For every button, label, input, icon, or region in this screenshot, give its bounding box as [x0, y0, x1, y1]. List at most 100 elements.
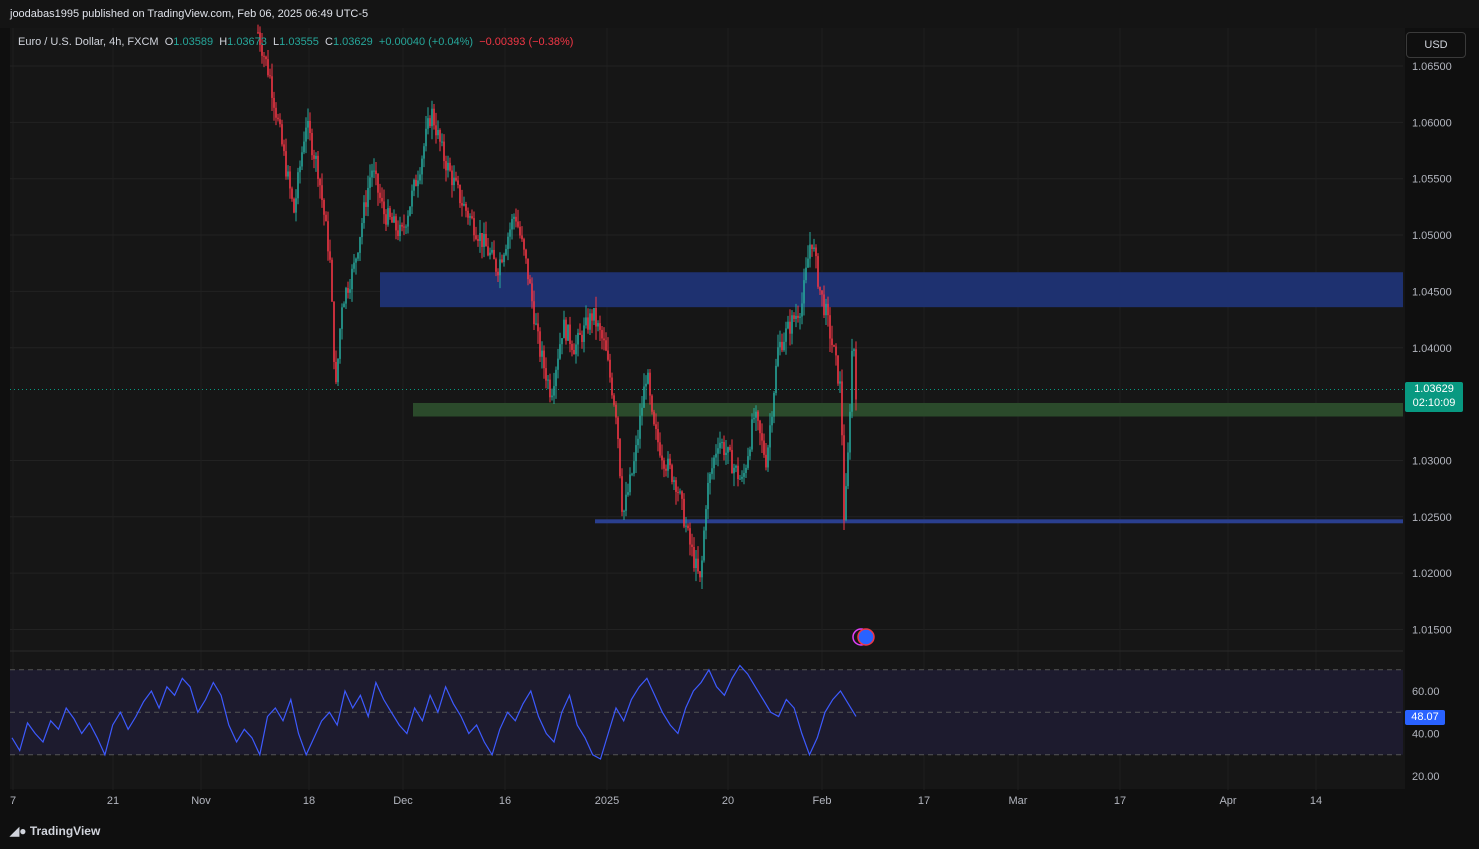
- candle-body: [679, 491, 681, 493]
- candle-body: [527, 258, 529, 280]
- candle-body: [461, 203, 463, 206]
- candle-body: [647, 372, 649, 384]
- candle-body: [395, 216, 397, 231]
- candle-body: [635, 445, 637, 462]
- candle-body: [773, 392, 775, 417]
- candle-body: [721, 442, 723, 444]
- candle-body: [417, 180, 419, 187]
- candle-body: [363, 202, 365, 224]
- candle-body: [651, 395, 653, 412]
- candle-body: [829, 315, 831, 339]
- candle-body: [853, 349, 855, 351]
- candle-body: [745, 467, 747, 473]
- candle-body: [469, 216, 471, 218]
- candle-body: [579, 332, 581, 335]
- candle-body: [481, 232, 483, 247]
- candle-body: [855, 349, 857, 400]
- candle-body: [435, 125, 437, 136]
- candle-body: [489, 252, 491, 256]
- candle-body: [495, 259, 497, 272]
- price-chart[interactable]: 1.06500 1.06000 1.05500 1.05000 1.04500 1.040…: [0, 0, 1479, 849]
- candle-body: [391, 216, 393, 223]
- candle-body: [365, 202, 367, 207]
- candle-body: [317, 155, 319, 179]
- candle-body: [479, 232, 481, 242]
- candle-body: [835, 346, 837, 356]
- candle-body: [791, 315, 793, 334]
- candle-body: [827, 303, 829, 316]
- candle-body: [663, 460, 665, 469]
- currency-button[interactable]: USD: [1406, 32, 1466, 58]
- candle-body: [407, 215, 409, 227]
- candle-body: [603, 338, 605, 341]
- candle-body: [819, 286, 821, 291]
- candle-body: [723, 442, 725, 455]
- candle-body: [525, 249, 527, 259]
- candle-body: [631, 473, 633, 475]
- candle-body: [287, 171, 289, 177]
- candle-body: [389, 208, 391, 217]
- time-tick-label: 16: [499, 795, 511, 807]
- candle-body: [311, 133, 313, 156]
- candle-body: [483, 233, 485, 247]
- candle-body: [421, 158, 423, 175]
- candle-body: [313, 155, 315, 159]
- candle-body: [409, 206, 411, 216]
- price-tick-label: 1.04000: [1412, 343, 1452, 355]
- candle-body: [401, 224, 403, 227]
- candle-body: [669, 458, 671, 466]
- candle-body: [361, 223, 363, 238]
- candle-body: [741, 476, 743, 479]
- candle-body: [275, 107, 277, 118]
- candle-body: [447, 162, 449, 171]
- candle-body: [531, 283, 533, 302]
- open-label: O: [164, 36, 174, 48]
- candle-body: [725, 452, 727, 455]
- candle-body: [771, 416, 773, 426]
- rsi-pane: 60.00 40.00 20.00: [10, 650, 1440, 783]
- candle-body: [799, 316, 801, 318]
- candle-body: [609, 359, 611, 378]
- candle-body: [847, 452, 849, 487]
- candle-body: [789, 321, 791, 334]
- candle-body: [711, 468, 713, 474]
- candle-body: [297, 172, 299, 199]
- candle-body: [795, 315, 797, 319]
- candle-body: [595, 307, 597, 327]
- price-tick-label: 1.01500: [1412, 625, 1452, 637]
- candle-body: [411, 190, 413, 207]
- candle-body: [643, 386, 645, 408]
- candle-body: [539, 331, 541, 357]
- tradingview-logo[interactable]: ◢● TradingView: [10, 824, 100, 838]
- candle-body: [851, 350, 853, 412]
- candle-body: [477, 238, 479, 242]
- candle-body: [373, 170, 375, 172]
- time-tick-label: 7: [10, 795, 16, 807]
- candle-body: [703, 530, 705, 561]
- candle-body: [815, 247, 817, 257]
- price-tick-label: 1.05500: [1412, 174, 1452, 186]
- candle-body: [761, 433, 763, 441]
- change-value: +0.00040 (+0.04%): [378, 36, 474, 48]
- candle-body: [257, 32, 259, 34]
- candle-body: [281, 124, 283, 145]
- candle-body: [667, 458, 669, 471]
- price-tick-label: 1.02500: [1412, 512, 1452, 524]
- candle-body: [613, 395, 615, 405]
- candle-body: [533, 301, 535, 325]
- candle-body: [343, 303, 345, 308]
- close-label: C: [325, 36, 333, 48]
- candle-body: [611, 377, 613, 396]
- low-value: 1.03555: [279, 36, 319, 48]
- candle-body: [355, 258, 357, 263]
- candle-body: [779, 341, 781, 348]
- candle-body: [805, 267, 807, 281]
- symbol-legend: Euro / U.S. Dollar, 4h, FXCM O1.03589 H1…: [18, 36, 573, 48]
- candle-body: [849, 411, 851, 453]
- candle-body: [351, 268, 353, 290]
- candle-body: [523, 239, 525, 250]
- candle-body: [349, 289, 351, 293]
- price-tick-label: 1.06500: [1412, 61, 1452, 73]
- footer: [0, 815, 1479, 849]
- candle-body: [359, 237, 361, 253]
